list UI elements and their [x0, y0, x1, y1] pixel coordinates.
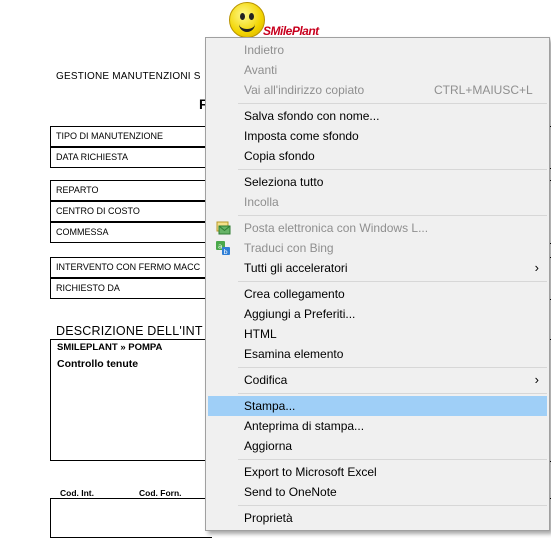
menu-item-aggiungi-preferiti[interactable]: Aggiungi a Preferiti... [208, 304, 547, 324]
svg-text:a: a [218, 243, 222, 251]
translate-icon: a b [216, 241, 230, 256]
menu-item-salva-sfondo[interactable]: Salva sfondo con nome... [208, 106, 547, 126]
field-tipo-manutenzione: TIPO DI MANUTENZIONE [50, 126, 210, 147]
menu-item-send-onenote[interactable]: Send to OneNote [208, 482, 547, 502]
context-menu: Indietro Avanti Vai all'indirizzo copiat… [205, 37, 550, 531]
menu-item-copia-sfondo[interactable]: Copia sfondo [208, 146, 547, 166]
field-reparto: REPARTO [50, 180, 210, 201]
field-centro-di-costo: CENTRO DI COSTO [50, 201, 210, 222]
page-heading: GESTIONE MANUTENZIONI S [56, 71, 201, 82]
chevron-right-icon: › [534, 372, 539, 387]
menu-item-crea-collegamento[interactable]: Crea collegamento [208, 284, 547, 304]
section-title: DESCRIZIONE DELL'INT [56, 324, 203, 338]
shortcut-label: CTRL+MAIUSC+L [434, 83, 533, 97]
menu-item-anteprima-stampa[interactable]: Anteprima di stampa... [208, 416, 547, 436]
menu-separator [238, 215, 547, 216]
menu-item-vai-indirizzo[interactable]: Vai all'indirizzo copiato CTRL+MAIUSC+L [208, 80, 547, 100]
smileplant-logo: SMilePlant [225, 0, 343, 42]
menu-item-imposta-sfondo[interactable]: Imposta come sfondo [208, 126, 547, 146]
mail-icon [216, 221, 231, 235]
menu-separator [238, 393, 547, 394]
menu-separator [238, 367, 547, 368]
menu-separator [238, 103, 547, 104]
smiley-icon [229, 2, 265, 38]
menu-item-codifica[interactable]: Codifica › [208, 370, 547, 390]
code-int-label: Cod. Int. [60, 488, 94, 498]
menu-separator [238, 505, 547, 506]
menu-item-traduci-bing[interactable]: a b Traduci con Bing [208, 238, 547, 258]
codes-table [50, 498, 212, 538]
menu-item-indietro[interactable]: Indietro [208, 40, 547, 60]
menu-item-avanti[interactable]: Avanti [208, 60, 547, 80]
menu-item-html[interactable]: HTML [208, 324, 547, 344]
menu-item-posta-elettronica[interactable]: Posta elettronica con Windows L... [208, 218, 547, 238]
menu-item-esamina-elemento[interactable]: Esamina elemento [208, 344, 547, 364]
description-path: SMILEPLANT » POMPA [57, 342, 163, 353]
menu-item-stampa[interactable]: Stampa... [208, 396, 547, 416]
description-box: SMILEPLANT » POMPA Controllo tenute [50, 339, 212, 461]
menu-item-acceleratori[interactable]: Tutti gli acceleratori › [208, 258, 547, 278]
field-richiesto-da: RICHIESTO DA [50, 278, 210, 299]
menu-item-aggiorna[interactable]: Aggiorna [208, 436, 547, 456]
menu-item-export-excel[interactable]: Export to Microsoft Excel [208, 462, 547, 482]
menu-separator [238, 169, 547, 170]
svg-text:b: b [224, 248, 228, 256]
field-intervento-fermo: INTERVENTO CON FERMO MACC [50, 257, 210, 278]
description-text: Controllo tenute [57, 358, 139, 370]
menu-item-seleziona-tutto[interactable]: Seleziona tutto [208, 172, 547, 192]
field-data-richiesta: DATA RICHIESTA [50, 147, 210, 168]
menu-item-proprieta[interactable]: Proprietà [208, 508, 547, 528]
logo-text: SMilePlant [263, 24, 319, 38]
chevron-right-icon: › [534, 260, 539, 275]
menu-separator [238, 459, 547, 460]
menu-separator [238, 281, 547, 282]
code-forn-label: Cod. Forn. [139, 488, 182, 498]
menu-item-incolla[interactable]: Incolla [208, 192, 547, 212]
field-commessa: COMMESSA [50, 222, 210, 243]
